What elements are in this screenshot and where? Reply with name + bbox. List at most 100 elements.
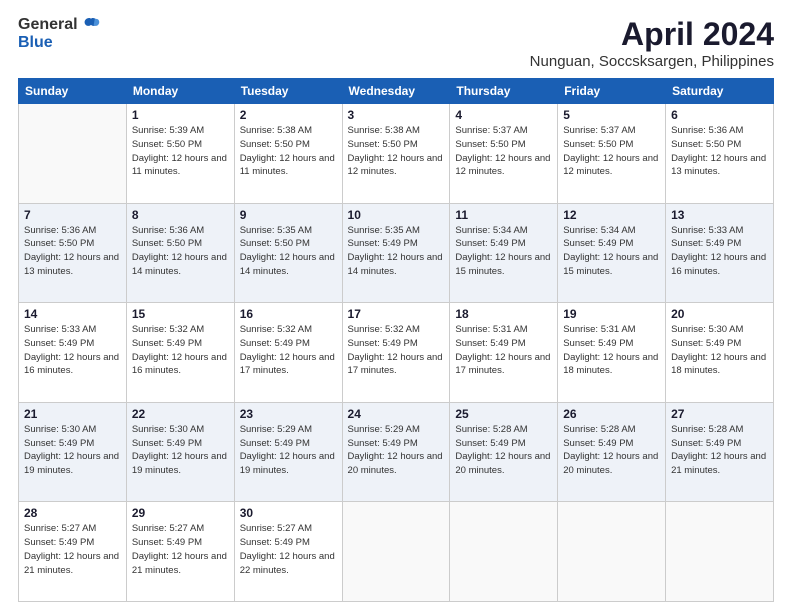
calendar-cell <box>19 104 127 204</box>
day-info: Sunrise: 5:30 AMSunset: 5:49 PMDaylight:… <box>132 423 229 478</box>
calendar-cell: 21 Sunrise: 5:30 AMSunset: 5:49 PMDayligh… <box>19 402 127 502</box>
day-info: Sunrise: 5:34 AMSunset: 5:49 PMDaylight:… <box>455 224 552 279</box>
page: General Blue April 2024 Nunguan, Soccsks… <box>0 0 792 612</box>
calendar-cell: 22 Sunrise: 5:30 AMSunset: 5:49 PMDayligh… <box>126 402 234 502</box>
col-header-sunday: Sunday <box>19 79 127 104</box>
calendar-week-row-1: 1 Sunrise: 5:39 AMSunset: 5:50 PMDaylight… <box>19 104 774 204</box>
day-info: Sunrise: 5:38 AMSunset: 5:50 PMDaylight:… <box>240 124 337 179</box>
month-title: April 2024 <box>530 16 774 53</box>
day-number: 17 <box>348 307 445 321</box>
day-info: Sunrise: 5:27 AMSunset: 5:49 PMDaylight:… <box>24 522 121 577</box>
calendar-cell: 9Sunrise: 5:35 AMSunset: 5:50 PMDaylight… <box>234 203 342 303</box>
day-info: Sunrise: 5:30 AMSunset: 5:49 PMDaylight:… <box>671 323 768 378</box>
day-info: Sunrise: 5:31 AMSunset: 5:49 PMDaylight:… <box>563 323 660 378</box>
day-number: 9 <box>240 208 337 222</box>
logo: General Blue <box>18 16 100 52</box>
calendar-cell: 4 Sunrise: 5:37 AMSunset: 5:50 PMDaylight… <box>450 104 558 204</box>
calendar-cell: 26 Sunrise: 5:28 AMSunset: 5:49 PMDayligh… <box>558 402 666 502</box>
day-number: 25 <box>455 407 552 421</box>
day-info: Sunrise: 5:28 AMSunset: 5:49 PMDaylight:… <box>671 423 768 478</box>
day-number: 8 <box>132 208 229 222</box>
day-info: Sunrise: 5:36 AMSunset: 5:50 PMDaylight:… <box>671 124 768 179</box>
calendar-cell: 29Sunrise: 5:27 AMSunset: 5:49 PMDayligh… <box>126 502 234 602</box>
day-number: 10 <box>348 208 445 222</box>
logo-text: General <box>18 16 100 34</box>
col-header-monday: Monday <box>126 79 234 104</box>
calendar-cell: 14 Sunrise: 5:33 AMSunset: 5:49 PMDayligh… <box>19 303 127 403</box>
day-number: 19 <box>563 307 660 321</box>
day-info: Sunrise: 5:27 AMSunset: 5:49 PMDaylight:… <box>240 522 337 577</box>
day-number: 3 <box>348 108 445 122</box>
day-info: Sunrise: 5:33 AMSunset: 5:49 PMDaylight:… <box>24 323 121 378</box>
calendar-cell: 7 Sunrise: 5:36 AMSunset: 5:50 PMDaylight… <box>19 203 127 303</box>
calendar-cell <box>666 502 774 602</box>
day-number: 16 <box>240 307 337 321</box>
calendar-cell: 28 Sunrise: 5:27 AMSunset: 5:49 PMDayligh… <box>19 502 127 602</box>
day-info: Sunrise: 5:32 AMSunset: 5:49 PMDaylight:… <box>132 323 229 378</box>
day-number: 4 <box>455 108 552 122</box>
day-info: Sunrise: 5:28 AMSunset: 5:49 PMDaylight:… <box>455 423 552 478</box>
calendar-cell: 18 Sunrise: 5:31 AMSunset: 5:49 PMDayligh… <box>450 303 558 403</box>
day-number: 21 <box>24 407 121 421</box>
day-number: 23 <box>240 407 337 421</box>
calendar-cell <box>450 502 558 602</box>
day-info: Sunrise: 5:29 AMSunset: 5:49 PMDaylight:… <box>240 423 337 478</box>
calendar-table: SundayMondayTuesdayWednesdayThursdayFrid… <box>18 78 774 602</box>
calendar-cell: 2 Sunrise: 5:38 AMSunset: 5:50 PMDaylight… <box>234 104 342 204</box>
day-info: Sunrise: 5:36 AMSunset: 5:50 PMDaylight:… <box>132 224 229 279</box>
calendar-cell: 15Sunrise: 5:32 AMSunset: 5:49 PMDayligh… <box>126 303 234 403</box>
day-info: Sunrise: 5:37 AMSunset: 5:50 PMDaylight:… <box>455 124 552 179</box>
day-number: 12 <box>563 208 660 222</box>
day-number: 1 <box>132 108 229 122</box>
day-info: Sunrise: 5:30 AMSunset: 5:49 PMDaylight:… <box>24 423 121 478</box>
calendar-cell <box>558 502 666 602</box>
day-info: Sunrise: 5:37 AMSunset: 5:50 PMDaylight:… <box>563 124 660 179</box>
calendar-cell: 16Sunrise: 5:32 AMSunset: 5:49 PMDayligh… <box>234 303 342 403</box>
calendar-week-row-5: 28 Sunrise: 5:27 AMSunset: 5:49 PMDayligh… <box>19 502 774 602</box>
calendar-cell: 10 Sunrise: 5:35 AMSunset: 5:49 PMDayligh… <box>342 203 450 303</box>
day-number: 2 <box>240 108 337 122</box>
day-number: 18 <box>455 307 552 321</box>
day-info: Sunrise: 5:33 AMSunset: 5:49 PMDaylight:… <box>671 224 768 279</box>
col-header-friday: Friday <box>558 79 666 104</box>
calendar-cell: 13 Sunrise: 5:33 AMSunset: 5:49 PMDayligh… <box>666 203 774 303</box>
calendar-cell: 17 Sunrise: 5:32 AMSunset: 5:49 PMDayligh… <box>342 303 450 403</box>
calendar-header-row: SundayMondayTuesdayWednesdayThursdayFrid… <box>19 79 774 104</box>
calendar-cell: 3 Sunrise: 5:38 AMSunset: 5:50 PMDaylight… <box>342 104 450 204</box>
day-number: 14 <box>24 307 121 321</box>
calendar-cell: 8 Sunrise: 5:36 AMSunset: 5:50 PMDaylight… <box>126 203 234 303</box>
day-info: Sunrise: 5:28 AMSunset: 5:49 PMDaylight:… <box>563 423 660 478</box>
day-info: Sunrise: 5:31 AMSunset: 5:49 PMDaylight:… <box>455 323 552 378</box>
col-header-tuesday: Tuesday <box>234 79 342 104</box>
logo-bird-icon <box>82 16 100 34</box>
logo-blue: Blue <box>18 34 53 52</box>
calendar-week-row-4: 21 Sunrise: 5:30 AMSunset: 5:49 PMDayligh… <box>19 402 774 502</box>
day-info: Sunrise: 5:29 AMSunset: 5:49 PMDaylight:… <box>348 423 445 478</box>
day-number: 30 <box>240 506 337 520</box>
day-number: 24 <box>348 407 445 421</box>
calendar-cell: 25 Sunrise: 5:28 AMSunset: 5:49 PMDayligh… <box>450 402 558 502</box>
calendar-cell: 23 Sunrise: 5:29 AMSunset: 5:49 PMDayligh… <box>234 402 342 502</box>
day-number: 26 <box>563 407 660 421</box>
day-info: Sunrise: 5:36 AMSunset: 5:50 PMDaylight:… <box>24 224 121 279</box>
calendar-cell: 6 Sunrise: 5:36 AMSunset: 5:50 PMDaylight… <box>666 104 774 204</box>
day-number: 27 <box>671 407 768 421</box>
calendar-cell: 5 Sunrise: 5:37 AMSunset: 5:50 PMDaylight… <box>558 104 666 204</box>
calendar-cell: 30 Sunrise: 5:27 AMSunset: 5:49 PMDayligh… <box>234 502 342 602</box>
day-info: Sunrise: 5:35 AMSunset: 5:49 PMDaylight:… <box>348 224 445 279</box>
day-info: Sunrise: 5:39 AMSunset: 5:50 PMDaylight:… <box>132 124 229 179</box>
calendar-cell <box>342 502 450 602</box>
day-number: 28 <box>24 506 121 520</box>
day-info: Sunrise: 5:38 AMSunset: 5:50 PMDaylight:… <box>348 124 445 179</box>
title-block: April 2024 Nunguan, Soccsksargen, Philip… <box>530 16 774 70</box>
location-title: Nunguan, Soccsksargen, Philippines <box>530 53 774 70</box>
day-number: 13 <box>671 208 768 222</box>
day-number: 6 <box>671 108 768 122</box>
day-number: 22 <box>132 407 229 421</box>
day-number: 7 <box>24 208 121 222</box>
day-info: Sunrise: 5:32 AMSunset: 5:49 PMDaylight:… <box>348 323 445 378</box>
calendar-cell: 19 Sunrise: 5:31 AMSunset: 5:49 PMDayligh… <box>558 303 666 403</box>
calendar-week-row-3: 14 Sunrise: 5:33 AMSunset: 5:49 PMDayligh… <box>19 303 774 403</box>
calendar-cell: 1 Sunrise: 5:39 AMSunset: 5:50 PMDaylight… <box>126 104 234 204</box>
day-number: 5 <box>563 108 660 122</box>
